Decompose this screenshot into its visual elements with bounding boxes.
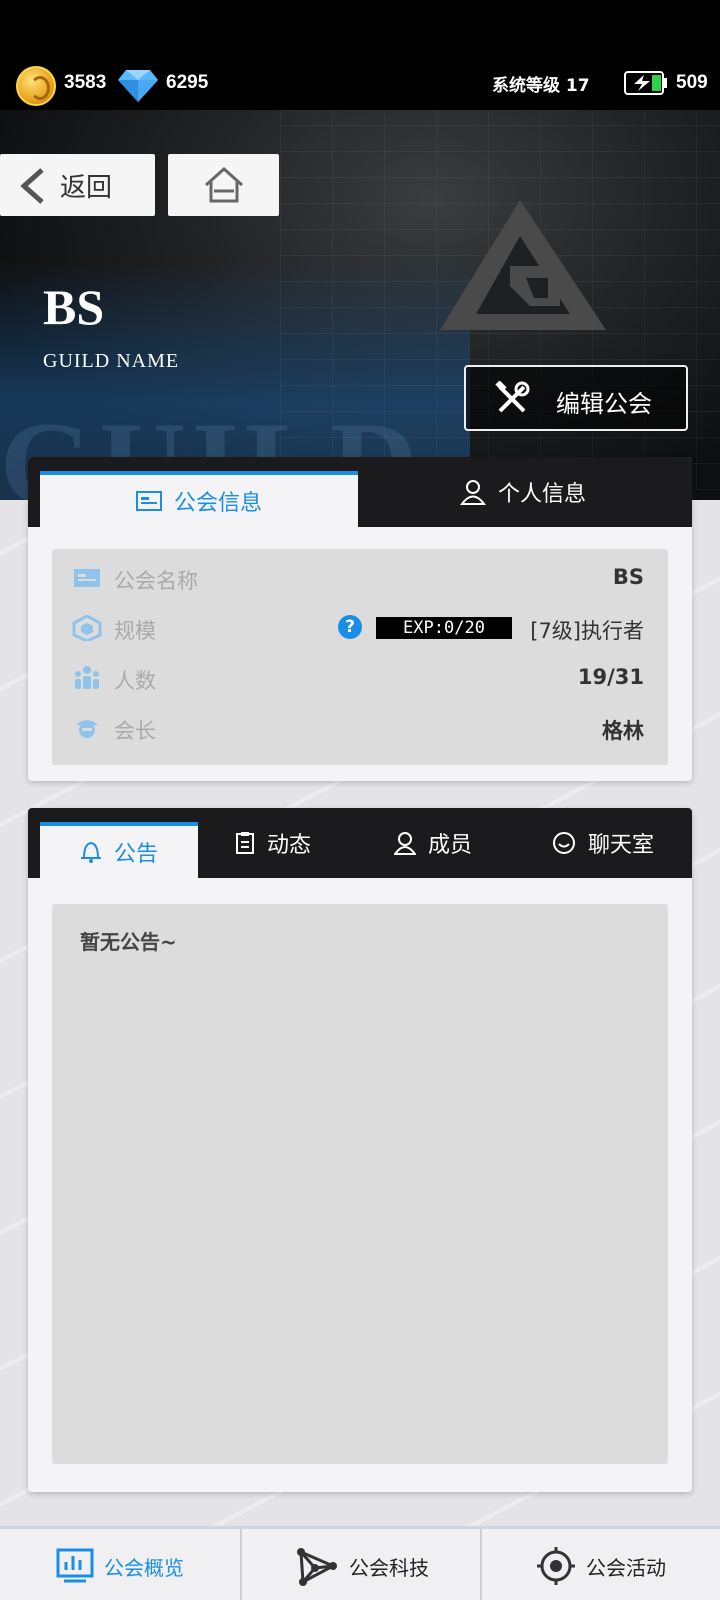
info-key: 公会名称 xyxy=(114,569,198,593)
info-key: 人数 xyxy=(114,669,156,693)
back-button[interactable]: 返回 xyxy=(0,154,155,216)
guild-name-title: BS xyxy=(43,279,105,335)
bottom-nav: 公会概览 公会科技 公会活动 xyxy=(0,1526,720,1600)
notice-tabs: 公告 动态 成员 聊天室 xyxy=(28,808,692,878)
exp-bar: EXP:0/20 xyxy=(376,617,512,639)
tab-activity-label: 动态 xyxy=(266,833,311,858)
back-label: 返回 xyxy=(60,172,113,203)
nav-guild-overview-label: 公会概览 xyxy=(104,1555,184,1580)
system-level: 系统等级 17 xyxy=(492,76,590,96)
coin-icon xyxy=(16,66,56,106)
leader-icon xyxy=(76,720,98,738)
nav-guild-tech-label: 公会科技 xyxy=(349,1555,429,1580)
tab-members[interactable]: 成员 xyxy=(358,808,508,878)
info-box: 公会名称 BS 规模 ? EXP:0/20 [7级]执行者 人数 19/31 会… xyxy=(52,549,668,765)
tools-icon xyxy=(495,381,530,413)
chevron-left-icon xyxy=(20,168,44,204)
tab-personal-info-label: 个人信息 xyxy=(497,482,586,507)
id-card-icon xyxy=(135,491,162,511)
announcement-text: 暂无公告~ xyxy=(80,930,177,954)
target-icon xyxy=(537,1547,575,1585)
info-value: 格林 xyxy=(602,719,644,743)
info-row-members: 人数 19/31 xyxy=(52,653,668,703)
edit-guild-label: 编辑公会 xyxy=(556,390,652,418)
edit-guild-button[interactable]: 编辑公会 xyxy=(464,365,688,431)
scale-hexagon-icon xyxy=(72,615,102,641)
info-row-scale: 规模 ? EXP:0/20 [7级]执行者 xyxy=(52,603,668,653)
help-icon[interactable]: ? xyxy=(338,615,362,639)
person-icon xyxy=(460,480,486,505)
network-icon xyxy=(297,1548,337,1586)
tab-announcement-label: 公告 xyxy=(113,842,158,867)
nav-guild-events-label: 公会活动 xyxy=(586,1555,666,1580)
energy-count: 509 xyxy=(676,72,708,93)
diamond-count: 6295 xyxy=(166,72,209,93)
info-row-guild-name: 公会名称 BS xyxy=(52,553,668,603)
tab-chatroom-label: 聊天室 xyxy=(587,833,654,858)
tab-personal-info[interactable]: 个人信息 xyxy=(368,457,678,527)
tab-guild-info[interactable]: 公会信息 xyxy=(40,471,358,527)
nav-guild-tech[interactable]: 公会科技 xyxy=(242,1529,480,1600)
tab-chatroom[interactable]: 聊天室 xyxy=(518,808,688,878)
nav-guild-events[interactable]: 公会活动 xyxy=(482,1529,720,1600)
tab-activity[interactable]: 动态 xyxy=(198,808,348,878)
info-value: 19/31 xyxy=(577,665,644,689)
home-icon xyxy=(204,166,243,203)
home-button[interactable] xyxy=(168,154,279,216)
chat-icon xyxy=(552,832,575,854)
status-bar: 3583 6295 系统等级 17 509 xyxy=(0,62,720,106)
guild-name-caption: GUILD NAME xyxy=(43,350,180,372)
clipboard-icon xyxy=(235,832,254,854)
info-tabs: 公会信息 个人信息 xyxy=(28,457,692,527)
tab-guild-info-label: 公会信息 xyxy=(173,491,262,516)
energy-battery-icon xyxy=(624,71,667,95)
nav-guild-overview[interactable]: 公会概览 xyxy=(0,1529,240,1600)
tab-announcement[interactable]: 公告 xyxy=(40,822,198,878)
info-value: [7级]执行者 xyxy=(530,619,644,643)
info-row-leader: 会长 格林 xyxy=(52,703,668,753)
diamond-icon xyxy=(118,70,158,102)
coin-count: 3583 xyxy=(64,72,107,93)
id-card-icon xyxy=(74,569,100,587)
bell-icon xyxy=(80,841,101,863)
person-icon xyxy=(393,832,416,855)
info-key: 会长 xyxy=(114,719,156,743)
info-value: BS xyxy=(612,565,644,589)
notice-panel: 公告 动态 成员 聊天室 暂无公告~ xyxy=(28,808,692,1492)
guild-info-panel: 公会信息 个人信息 公会名称 BS 规模 ? EXP:0/20 [7级]执行者 … xyxy=(28,457,692,781)
tab-members-label: 成员 xyxy=(427,833,472,858)
people-icon xyxy=(75,666,99,689)
chart-monitor-icon xyxy=(56,1548,94,1583)
announcement-content-box: 暂无公告~ xyxy=(52,904,668,1464)
guild-emblem-icon xyxy=(440,200,606,330)
info-key: 规模 xyxy=(114,619,156,643)
